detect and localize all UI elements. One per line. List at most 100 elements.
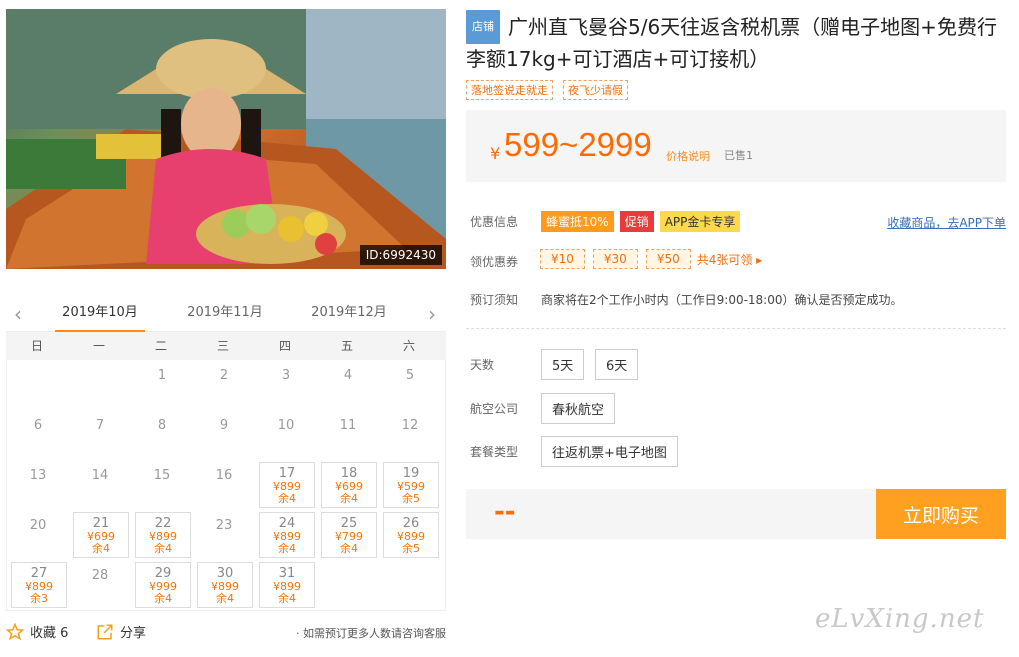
weekday-sun: 日	[30, 339, 43, 353]
calendar-day-number: 13	[29, 468, 47, 483]
calendar-day-31[interactable]: 31 ¥899 余4	[259, 562, 315, 608]
calendar-footer: 收藏 6 分享 · 如需预订更多人数请咨询客服	[6, 622, 446, 644]
calendar-day-11: 11	[317, 410, 379, 460]
calendar-day-19[interactable]: 19 ¥599 余5	[383, 462, 439, 508]
calendar-day-number: 25	[340, 516, 358, 531]
weekday-thu: 四	[278, 339, 291, 353]
calendar-day-number: 28	[91, 568, 109, 583]
buy-now-button[interactable]: 立即购买	[876, 489, 1006, 539]
weekday-sat: 六	[402, 339, 415, 353]
booking-tip: · 如需预订更多人数请咨询客服	[296, 627, 446, 640]
calendar-day-number: 2	[219, 368, 229, 383]
coupon-30[interactable]: ¥30	[592, 249, 638, 269]
section-divider	[466, 328, 1006, 329]
calendar-day-remaining: 余4	[340, 542, 358, 555]
calendar-day-number: 12	[401, 418, 419, 433]
calendar-day-number: 11	[339, 418, 357, 433]
calendar-day-number: 15	[153, 468, 171, 483]
option-days-5[interactable]: 5天	[541, 349, 585, 380]
calendar-day-29[interactable]: 29 ¥999 余4	[135, 562, 191, 608]
option-airline[interactable]: 春秋航空	[541, 393, 616, 424]
calendar-day-number: 29	[154, 566, 172, 581]
chevron-right-icon[interactable]: ›	[424, 304, 440, 324]
chevron-left-icon[interactable]: ‹	[10, 304, 26, 324]
notice-text: 商家将在2个工作小时内（工作日9:00-18:00）确认是否预定成功。	[541, 293, 903, 307]
calendar-day-remaining: 余4	[154, 542, 172, 555]
calendar-day-remaining: 余5	[402, 542, 420, 555]
calendar-day-number: 4	[343, 368, 353, 383]
calendar-day-14: 14	[69, 460, 131, 510]
calendar-day-13: 13	[7, 460, 69, 510]
coupon-more-link[interactable]: 共4张可领 ▸	[697, 251, 762, 268]
shop-badge: 店铺	[466, 10, 500, 44]
calendar-day-number: 26	[402, 516, 420, 531]
calendar-day-26[interactable]: 26 ¥899 余5	[383, 512, 439, 558]
calendar-day-number: 1	[157, 368, 167, 383]
calendar-day-16: 16	[193, 460, 255, 510]
coupon-50[interactable]: ¥50	[645, 249, 691, 269]
calendar-day-21[interactable]: 21 ¥699 余4	[73, 512, 129, 558]
share-label: 分享	[120, 626, 147, 641]
calendar-day-8: 8	[131, 410, 193, 460]
calendar-day-number: 9	[219, 418, 229, 433]
tab-month-nov[interactable]: 2019年11月	[180, 296, 270, 332]
calendar-day-24[interactable]: 24 ¥899 余4	[259, 512, 315, 558]
calendar-day-9: 9	[193, 410, 255, 460]
favorite-go-app-link[interactable]: 收藏商品，去APP下单	[887, 214, 1006, 231]
calendar-day-number: 14	[91, 468, 109, 483]
coupon-10[interactable]: ¥10	[540, 249, 585, 269]
weekday-tue: 二	[154, 339, 167, 353]
price-box: ¥ 599~2999 价格说明 已售1	[466, 110, 1006, 182]
calendar-day-number: 23	[215, 518, 233, 533]
calendar-day-7: 7	[69, 410, 131, 460]
weekday-fri: 五	[340, 339, 353, 353]
calendar-day-remaining: 余4	[92, 542, 110, 555]
option-package[interactable]: 往返机票+电子地图	[541, 436, 678, 467]
tab-month-dec[interactable]: 2019年12月	[304, 296, 394, 332]
calendar-day-remaining: 余4	[278, 492, 296, 505]
calendar-day-number: 3	[281, 368, 291, 383]
calendar-day-remaining: 余4	[278, 542, 296, 555]
calendar-day-number: 31	[278, 566, 296, 581]
product-photo: ID:6992430	[6, 9, 446, 269]
calendar-day-22[interactable]: 22 ¥899 余4	[135, 512, 191, 558]
calendar-day-number: 27	[30, 566, 48, 581]
option-days-6[interactable]: 6天	[595, 349, 639, 380]
calendar-day-18[interactable]: 18 ¥699 余4	[321, 462, 377, 508]
calendar-day-remaining: 余4	[154, 592, 172, 605]
tab-month-oct[interactable]: 2019年10月	[55, 296, 145, 332]
coupon-label: 领优惠券	[470, 255, 519, 269]
calendar-day-17[interactable]: 17 ¥899 余4	[259, 462, 315, 508]
star-icon	[6, 622, 24, 640]
calendar-day-remaining: 余5	[402, 492, 420, 505]
notice-label: 预订须知	[470, 293, 519, 307]
calendar-day-number: 18	[340, 466, 358, 481]
coupon-list: ¥10 ¥30 ¥50 共4张可领 ▸	[540, 249, 762, 269]
calendar-day-number: 22	[154, 516, 172, 531]
calendar-day-25[interactable]: 25 ¥799 余4	[321, 512, 377, 558]
price-explain-link[interactable]: 价格说明	[666, 148, 710, 164]
promo-badges: 蜂蜜抵10% 促销 APP金卡专享	[541, 211, 741, 232]
tag-visa-on-arrival: 落地签说走就走	[466, 80, 553, 100]
calendar-day-number: 5	[405, 368, 415, 383]
calendar-day-20: 20	[7, 510, 69, 560]
calendar-day-30[interactable]: 30 ¥899 余4	[197, 562, 253, 608]
weekday-wed: 三	[216, 339, 229, 353]
airline-label: 航空公司	[470, 402, 519, 416]
calendar-day-number: 16	[215, 468, 233, 483]
product-title: 店铺 广州直飞曼谷5/6天往返含税机票（赠电子地图+免费行李额17kg+可订酒店+…	[466, 10, 1006, 74]
calendar-day-remaining: 余3	[30, 592, 48, 605]
calendar-day-number: 30	[216, 566, 234, 581]
watermark: eLvXing.net	[815, 604, 985, 634]
calendar-day-remaining: 余4	[278, 592, 296, 605]
product-tags: 落地签说走就走 夜飞少请假	[466, 80, 628, 100]
favorite-button[interactable]: 收藏 6	[6, 622, 68, 641]
calendar-day-number: 8	[157, 418, 167, 433]
price-calendar: ‹ 2019年10月 2019年11月 2019年12月 › 日 一 二 三 四…	[6, 296, 446, 611]
calendar-day-10: 10	[255, 410, 317, 460]
calendar-grid: 1 2 3 4 5 6 7 8 9 10 11 12 13 14 15 16 17 ¥899 余4 18 ¥699 余4 1…	[6, 360, 446, 611]
share-button[interactable]: 分享	[96, 622, 146, 641]
calendar-day-remaining: 余4	[216, 592, 234, 605]
calendar-day-27[interactable]: 27 ¥899 余3	[11, 562, 67, 608]
product-header: 店铺 广州直飞曼谷5/6天往返含税机票（赠电子地图+免费行李额17kg+可订酒店+…	[466, 10, 1006, 74]
